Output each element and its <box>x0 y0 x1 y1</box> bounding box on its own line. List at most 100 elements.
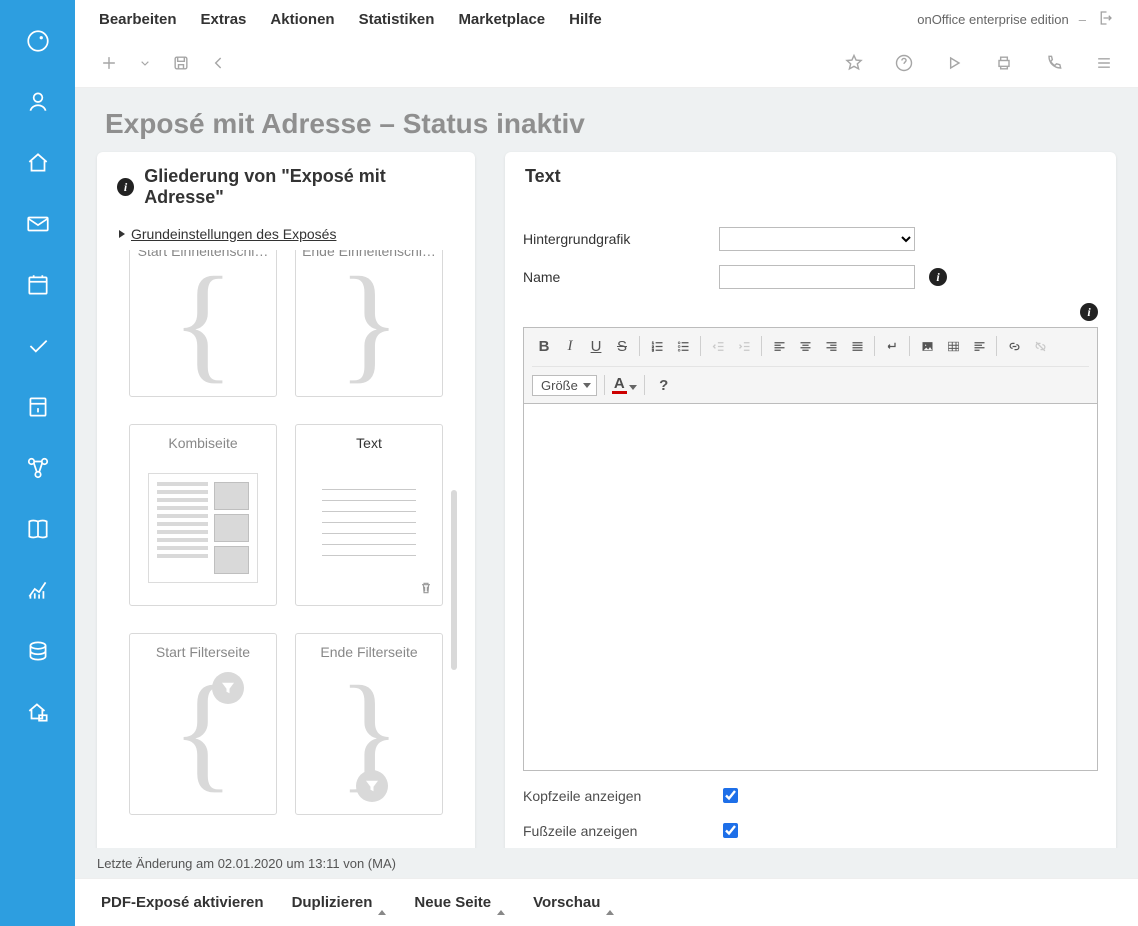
new-button[interactable] <box>99 53 119 73</box>
work-area: Exposé mit Adresse – Status inaktiv i Gl… <box>75 88 1138 878</box>
ordered-list-button[interactable]: 123 <box>645 334 669 358</box>
brace-close-icon: { <box>338 271 400 375</box>
bold-button[interactable]: B <box>532 334 556 358</box>
outline-scrollbar[interactable] <box>451 490 457 670</box>
italic-button[interactable]: I <box>558 334 582 358</box>
nav-calendar-icon[interactable] <box>21 268 55 302</box>
nav-properties-icon[interactable] <box>21 146 55 180</box>
page-card-start-filter[interactable]: Start Filterseite { <box>129 633 277 815</box>
info-icon[interactable]: i <box>117 178 134 196</box>
logout-button[interactable] <box>1096 9 1114 30</box>
new-dropdown-icon[interactable] <box>137 55 153 71</box>
chevron-up-icon <box>497 894 505 911</box>
activate-pdf-button[interactable]: PDF-Exposé aktivieren <box>101 894 264 911</box>
unordered-list-button[interactable] <box>671 334 695 358</box>
toolbar <box>75 38 1138 88</box>
favorite-icon[interactable] <box>844 53 864 73</box>
name-label: Name <box>523 269 719 285</box>
page-card-start-units[interactable]: Start Einheitenschl… { <box>129 250 277 397</box>
nav-docs-icon[interactable] <box>21 512 55 546</box>
editor-title: Text <box>525 166 561 187</box>
nav-network-icon[interactable] <box>21 451 55 485</box>
align-justify-button[interactable] <box>845 334 869 358</box>
nav-billing-icon[interactable] <box>21 634 55 668</box>
footer-checkbox-label: Fußzeile anzeigen <box>523 823 719 839</box>
page-card-end-filter[interactable]: Ende Filterseite { <box>295 633 443 815</box>
page-card-label: Kombiseite <box>136 435 270 451</box>
menu-actions[interactable]: Aktionen <box>270 11 334 28</box>
underline-button[interactable]: U <box>584 334 608 358</box>
unlink-button <box>1028 334 1052 358</box>
align-right-button[interactable] <box>819 334 843 358</box>
last-modified-label: Letzte Änderung am 02.01.2020 um 13:11 v… <box>97 856 396 871</box>
more-icon[interactable] <box>1094 53 1114 73</box>
brand-label: onOffice enterprise edition <box>917 12 1069 27</box>
chevron-up-icon <box>606 894 614 911</box>
status-bar: Letzte Änderung am 02.01.2020 um 13:11 v… <box>75 848 1138 878</box>
nav-archive-icon[interactable] <box>21 390 55 424</box>
minimize-button[interactable]: – <box>1079 12 1086 27</box>
header-checkbox-label: Kopfzeile anzeigen <box>523 788 719 804</box>
outline-panel: i Gliederung von "Exposé mit Adresse" Gr… <box>97 152 475 878</box>
align-center-button[interactable] <box>793 334 817 358</box>
nav-stats-icon[interactable] <box>21 573 55 607</box>
svg-text:3: 3 <box>651 348 653 352</box>
save-button[interactable] <box>171 53 191 73</box>
nav-portal-icon[interactable] <box>21 695 55 729</box>
bottom-action-bar: PDF-Exposé aktivieren Duplizieren Neue S… <box>75 878 1138 926</box>
menu-edit[interactable]: Bearbeiten <box>99 11 177 28</box>
name-input[interactable] <box>719 265 915 289</box>
rich-text-editor: B I U S 123 <box>523 327 1098 771</box>
align-left-button[interactable] <box>767 334 791 358</box>
editor-content[interactable] <box>524 404 1097 770</box>
menu-marketplace[interactable]: Marketplace <box>458 11 545 28</box>
phone-icon[interactable] <box>1044 53 1064 73</box>
kombi-preview-icon <box>148 473 258 583</box>
chevron-up-icon <box>378 894 386 911</box>
menu-items: Bearbeiten Extras Aktionen Statistiken M… <box>99 11 602 28</box>
menu-extras[interactable]: Extras <box>201 11 247 28</box>
preview-button[interactable]: Vorschau <box>533 894 614 911</box>
link-button[interactable] <box>1002 334 1026 358</box>
page-card-kombi[interactable]: Kombiseite <box>129 424 277 606</box>
nav-dashboard-icon[interactable] <box>21 24 55 58</box>
outdent-button <box>706 334 730 358</box>
editor-help-button[interactable]: ? <box>652 373 676 397</box>
header-checkbox[interactable] <box>723 788 738 803</box>
clear-format-button[interactable] <box>967 334 991 358</box>
editor-info-icon[interactable]: i <box>1080 303 1098 321</box>
help-icon[interactable] <box>894 53 914 73</box>
text-preview-icon <box>314 479 424 589</box>
page-card-end-units[interactable]: Ende Einheitenschl… { <box>295 250 443 397</box>
page-title: Exposé mit Adresse – Status inaktiv <box>105 108 1116 140</box>
run-icon[interactable] <box>944 53 964 73</box>
page-card-text[interactable]: Text <box>295 424 443 606</box>
image-button[interactable] <box>915 334 939 358</box>
new-page-button[interactable]: Neue Seite <box>414 894 505 911</box>
font-color-button[interactable]: A <box>612 376 637 394</box>
brace-close-icon: { <box>338 680 400 784</box>
page-card-label: Text <box>302 435 436 451</box>
footer-checkbox[interactable] <box>723 823 738 838</box>
indent-button <box>732 334 756 358</box>
filter-icon <box>212 672 244 704</box>
table-button[interactable] <box>941 334 965 358</box>
duplicate-button[interactable]: Duplizieren <box>292 894 387 911</box>
background-select[interactable] <box>719 227 915 251</box>
font-size-select[interactable]: Größe <box>532 375 597 396</box>
strike-button[interactable]: S <box>610 334 634 358</box>
expose-settings-link[interactable]: Grundeinstellungen des Exposés <box>115 218 457 250</box>
print-icon[interactable] <box>994 53 1014 73</box>
nav-contacts-icon[interactable] <box>21 85 55 119</box>
editor-panel: Text Hintergrundgrafik Name i i B I U <box>505 152 1116 878</box>
outline-title: Gliederung von "Exposé mit Adresse" <box>144 166 455 208</box>
insert-break-button[interactable] <box>880 334 904 358</box>
background-label: Hintergrundgrafik <box>523 231 719 247</box>
back-button[interactable] <box>209 53 229 73</box>
name-info-icon[interactable]: i <box>929 268 947 286</box>
nav-tasks-icon[interactable] <box>21 329 55 363</box>
nav-mail-icon[interactable] <box>21 207 55 241</box>
delete-page-icon[interactable] <box>418 580 434 599</box>
menu-statistics[interactable]: Statistiken <box>359 11 435 28</box>
menu-help[interactable]: Hilfe <box>569 11 602 28</box>
